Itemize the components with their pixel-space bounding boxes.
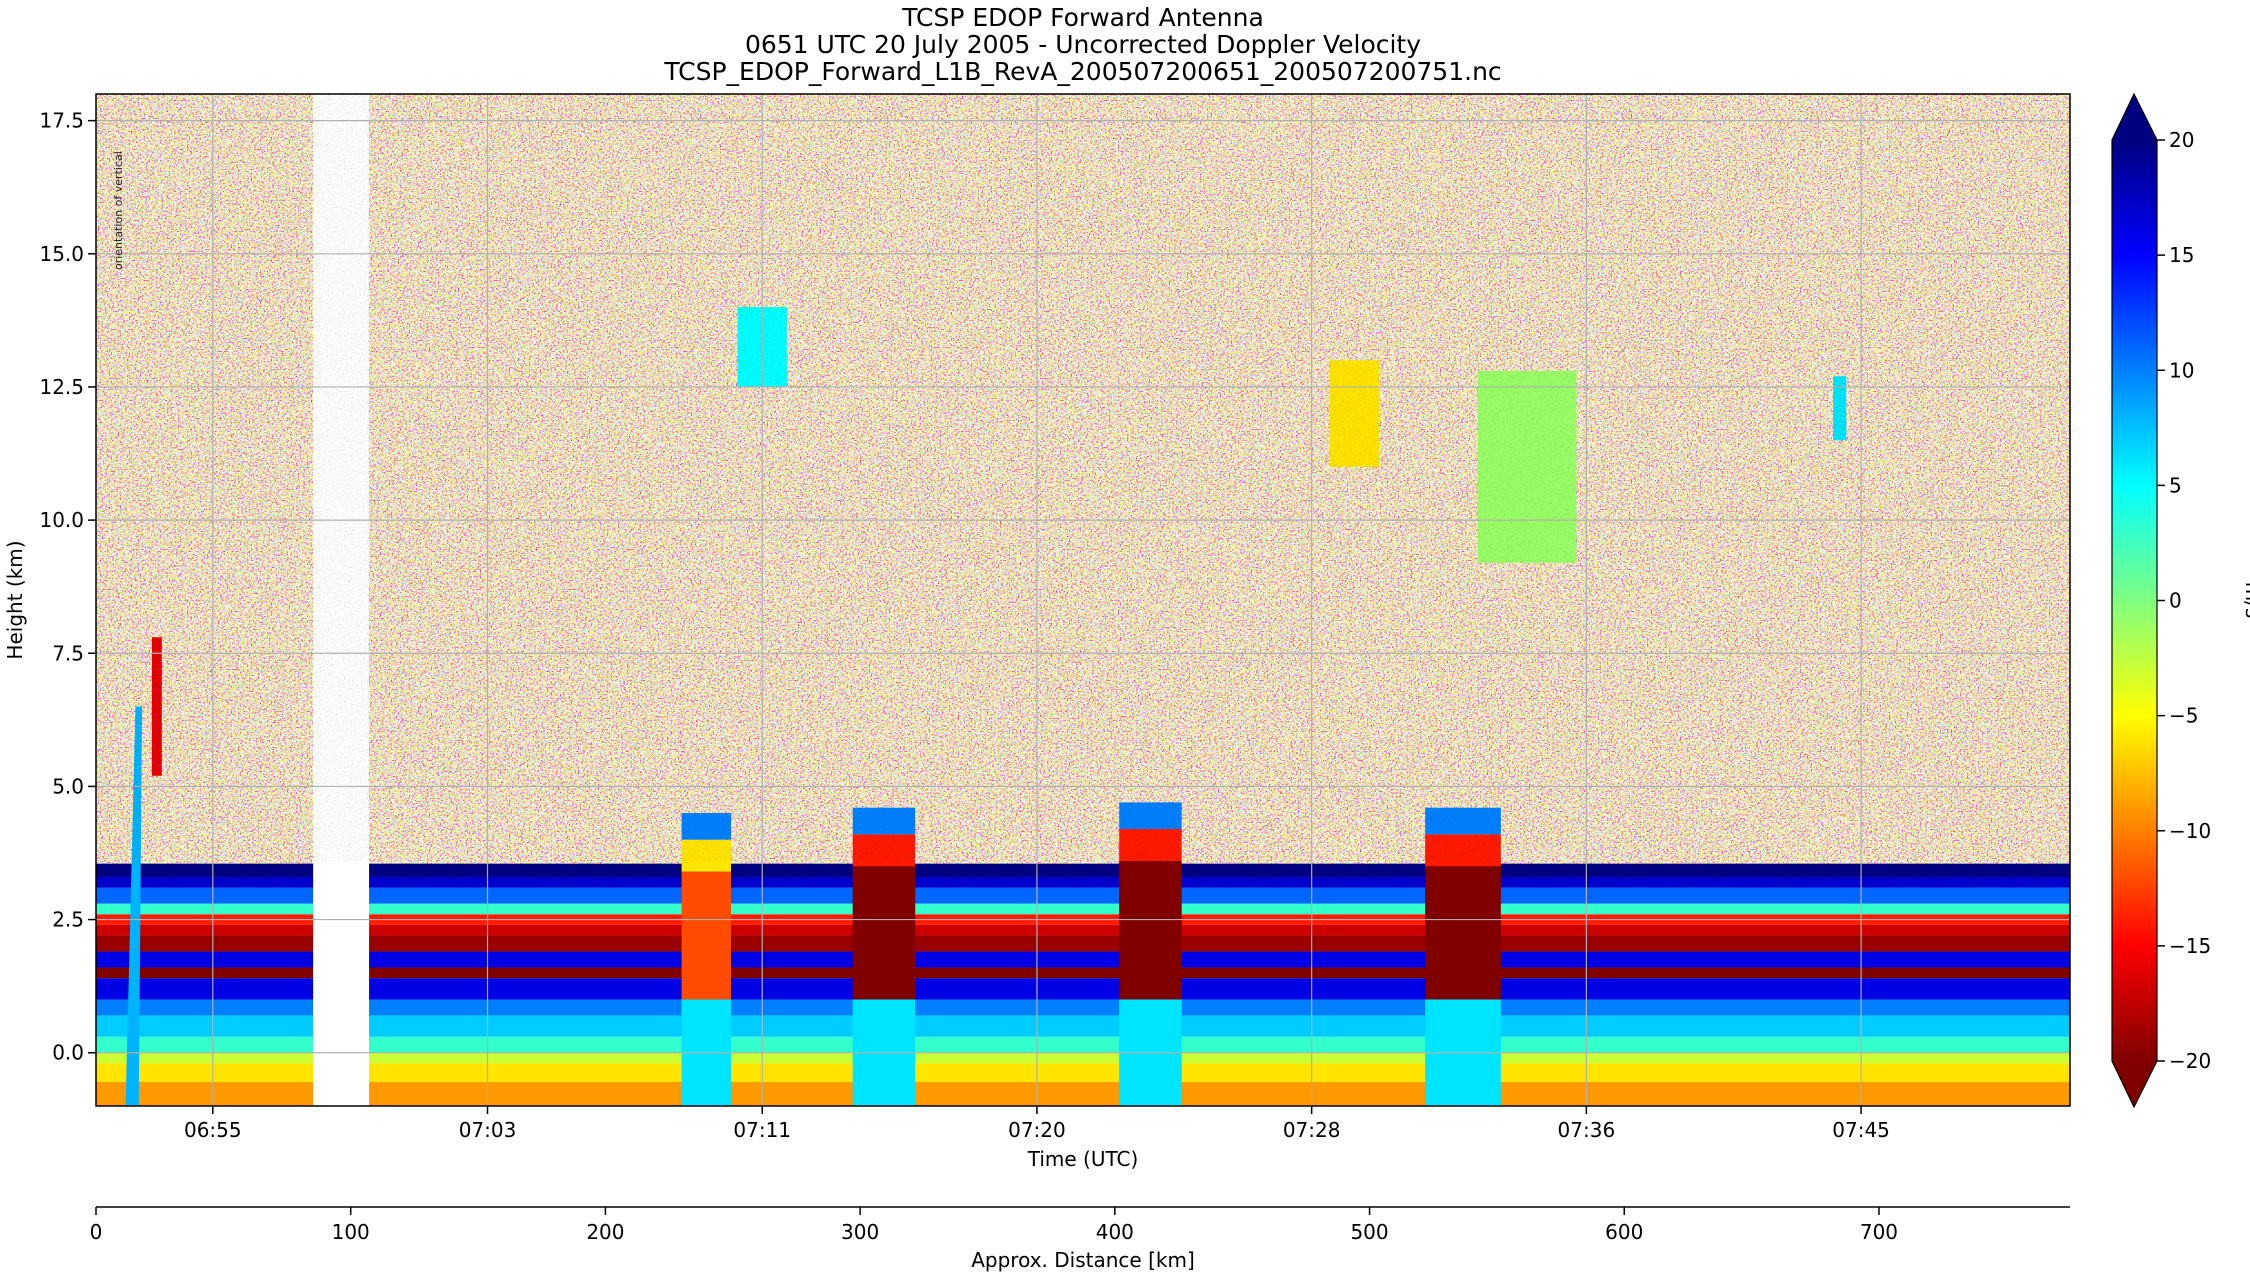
speckle-overlay bbox=[96, 94, 2070, 861]
x-axis-label: Time (UTC) bbox=[1027, 1147, 1139, 1171]
y-tick-label: 5.0 bbox=[52, 774, 84, 798]
rain-cell-core bbox=[681, 871, 731, 1000]
colorbar-tick-label: 0 bbox=[2169, 589, 2182, 613]
layer-band bbox=[96, 1052, 2070, 1064]
distance-tick-label: 600 bbox=[1605, 1220, 1643, 1244]
layer-band bbox=[96, 887, 2070, 904]
layer-band bbox=[96, 1015, 2070, 1037]
x-tick-label: 07:45 bbox=[1832, 1118, 1890, 1142]
layer-band bbox=[96, 978, 2070, 1000]
y-tick-label: 12.5 bbox=[39, 375, 84, 399]
colorbar-tick-label: 15 bbox=[2169, 243, 2194, 267]
x-tick-label: 07:20 bbox=[1008, 1118, 1066, 1142]
chart-figure: TCSP EDOP Forward Antenna 0651 UTC 20 Ju… bbox=[3, 3, 2250, 1272]
layer-band bbox=[96, 935, 2070, 952]
y-tick-label: 7.5 bbox=[52, 641, 84, 665]
distance-tick-label: 500 bbox=[1350, 1220, 1388, 1244]
rain-cell-core bbox=[1425, 866, 1501, 1000]
y-tick-label: 10.0 bbox=[39, 508, 84, 532]
distance-tick-label: 400 bbox=[1096, 1220, 1134, 1244]
y-tick-label: 2.5 bbox=[52, 908, 84, 932]
y-axis: 0.0 2.5 5.0 7.5 10.0 12.5 15.0 17.5 bbox=[39, 109, 96, 1065]
colorbar-body bbox=[2112, 140, 2157, 1061]
colorbar-extend-top bbox=[2112, 94, 2157, 140]
colorbar-tick-label: −15 bbox=[2169, 934, 2211, 958]
distance-tick-label: 200 bbox=[586, 1220, 624, 1244]
distance-tick-label: 100 bbox=[332, 1220, 370, 1244]
x-tick-label: 07:03 bbox=[459, 1118, 517, 1142]
x-tick-label: 07:36 bbox=[1558, 1118, 1616, 1142]
layer-band bbox=[96, 863, 2070, 877]
orientation-annotation: orientation of vertical bbox=[112, 151, 125, 270]
colorbar-tick-label: −20 bbox=[2169, 1049, 2211, 1073]
velocity-field bbox=[96, 94, 2070, 1106]
colorbar-tick-label: −10 bbox=[2169, 819, 2211, 843]
layer-band bbox=[96, 967, 2070, 979]
chart-title-line-3: TCSP_EDOP_Forward_L1B_RevA_200507200651_… bbox=[663, 57, 1501, 86]
colorbar-tick-label: −5 bbox=[2169, 704, 2198, 728]
y-tick-label: 17.5 bbox=[39, 109, 84, 133]
y-axis-label: Height (km) bbox=[3, 540, 27, 659]
distance-tick-label: 300 bbox=[841, 1220, 879, 1244]
layer-band bbox=[96, 1036, 2070, 1053]
chart-title-line-1: TCSP EDOP Forward Antenna bbox=[901, 3, 1264, 32]
x-axis: 06:55 07:03 07:11 07:20 07:28 07:36 07:45 bbox=[184, 1106, 1890, 1142]
distance-axis: 0 100 200 300 400 500 600 700 bbox=[90, 1207, 1898, 1244]
layer-band bbox=[96, 924, 2070, 936]
layer-band bbox=[96, 903, 2070, 915]
colorbar-tick-label: 5 bbox=[2169, 473, 2182, 497]
plot-area bbox=[96, 94, 2070, 1106]
layer-band bbox=[96, 999, 2070, 1016]
rain-cell-core bbox=[1119, 860, 1182, 1000]
colorbar: −20 −15 −10 −5 0 5 10 15 20 m/s bbox=[2111, 92, 2250, 1109]
distance-axis-label: Approx. Distance [km] bbox=[971, 1248, 1195, 1272]
chart-title-line-2: 0651 UTC 20 July 2005 - Uncorrected Dopp… bbox=[745, 30, 1421, 59]
colorbar-tick-label: 10 bbox=[2169, 358, 2194, 382]
x-tick-label: 07:11 bbox=[733, 1118, 791, 1142]
layer-band bbox=[96, 951, 2070, 968]
y-tick-label: 15.0 bbox=[39, 242, 84, 266]
x-tick-label: 06:55 bbox=[184, 1118, 242, 1142]
layer-band bbox=[96, 1063, 2070, 1083]
colorbar-extend-bottom bbox=[2112, 1061, 2157, 1107]
distance-tick-label: 0 bbox=[90, 1220, 103, 1244]
x-tick-label: 07:28 bbox=[1283, 1118, 1341, 1142]
y-tick-label: 0.0 bbox=[52, 1041, 84, 1065]
colorbar-ticks: −20 −15 −10 −5 0 5 10 15 20 bbox=[2157, 128, 2211, 1073]
colorbar-tick-label: 20 bbox=[2169, 128, 2194, 152]
distance-tick-label: 700 bbox=[1860, 1220, 1898, 1244]
colorbar-label: m/s bbox=[2241, 582, 2250, 619]
layer-band bbox=[96, 876, 2070, 888]
layer-band bbox=[96, 1082, 2070, 1106]
rain-cell-core bbox=[852, 866, 916, 1000]
